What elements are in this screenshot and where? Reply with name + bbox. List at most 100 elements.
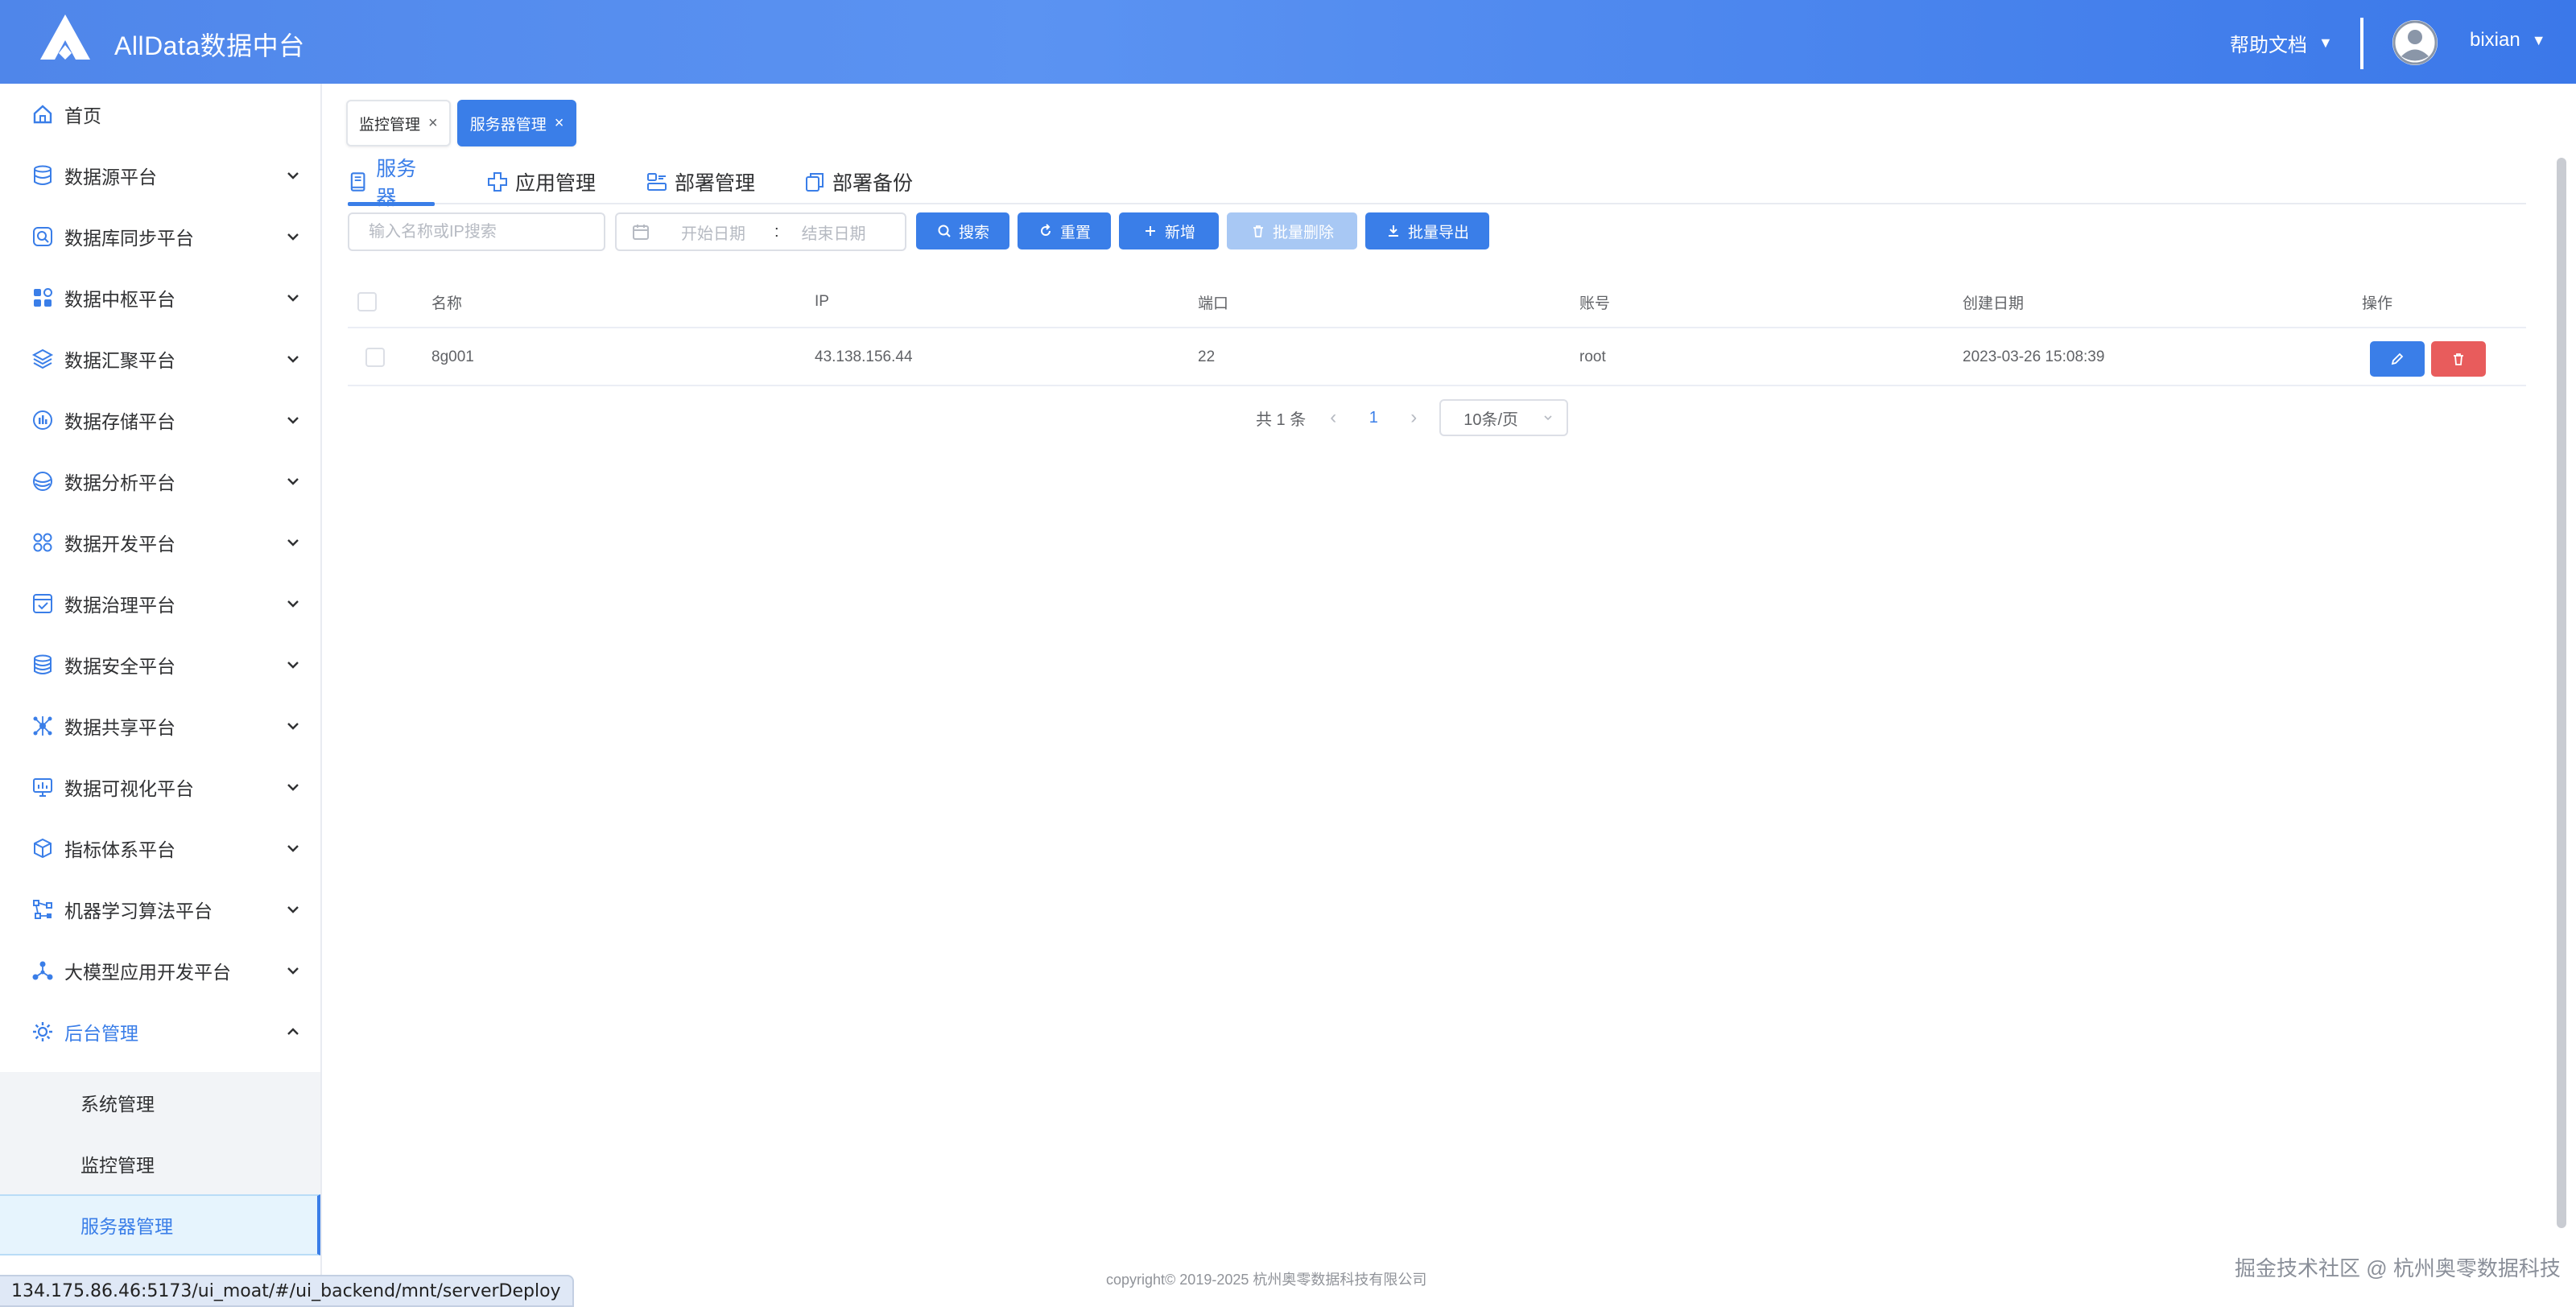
avatar[interactable] <box>2392 20 2438 65</box>
tag-server-management[interactable]: 服务器管理 × <box>456 100 577 146</box>
tab-server[interactable]: 服务器 <box>348 158 435 209</box>
subtabs: 服务器 应用管理 部署管理 部署备份 <box>348 158 2526 209</box>
caret-down-icon: ▼ <box>2318 35 2333 51</box>
row-checkbox[interactable] <box>365 348 385 367</box>
batch-delete-button[interactable]: 批量删除 <box>1227 212 1357 249</box>
user-name: bixian <box>2470 29 2520 51</box>
search-input[interactable] <box>348 212 605 251</box>
sidebar-item-data-governance[interactable]: 数据治理平台 <box>0 573 320 634</box>
column-header-created[interactable]: 创建日期 <box>1963 277 2024 327</box>
cell-port: 22 <box>1198 348 1216 365</box>
sidebar-item-ml-algorithm[interactable]: 机器学习算法平台 <box>0 879 320 940</box>
page-size-select[interactable]: 10条/页 <box>1439 399 1569 436</box>
sidebar-item-metrics-system[interactable]: 指标体系平台 <box>0 818 320 879</box>
tab-label: 服务器 <box>376 158 417 209</box>
sidebar-item-llm-app-dev[interactable]: 大模型应用开发平台 <box>0 940 320 1001</box>
tags-view-bar: 监控管理 × 服务器管理 × <box>346 100 577 146</box>
sync-icon <box>31 225 55 249</box>
add-button-label: 新增 <box>1164 224 1195 241</box>
vertical-scrollbar[interactable] <box>2557 158 2566 1228</box>
edit-button[interactable] <box>2370 341 2425 377</box>
sidebar-item-home[interactable]: 首页 <box>0 84 320 145</box>
sidebar-item-data-storage[interactable]: 数据存储平台 <box>0 390 320 451</box>
table-row[interactable]: 8g001 43.138.156.44 22 root 2023-03-26 1… <box>348 330 2526 386</box>
chevron-down-icon <box>287 478 299 485</box>
sidebar-item-backend-admin[interactable]: 后台管理 <box>0 1001 320 1062</box>
tab-app-management[interactable]: 应用管理 <box>486 159 596 204</box>
sidebar-item-data-aggregation[interactable]: 数据汇聚平台 <box>0 328 320 390</box>
prev-page-icon[interactable]: ‹ <box>1317 406 1349 429</box>
reset-button[interactable]: 重置 <box>1018 212 1111 249</box>
date-range-picker[interactable]: 开始日期 : 结束日期 <box>615 212 906 251</box>
sidebar-item-db-sync[interactable]: 数据库同步平台 <box>0 206 320 267</box>
chevron-down-icon <box>287 967 299 975</box>
sidebar-item-label: 机器学习算法平台 <box>64 901 213 921</box>
plus-icon <box>1145 226 1155 236</box>
reset-button-label: 重置 <box>1059 224 1091 241</box>
sidebar-item-label: 数据存储平台 <box>64 411 175 432</box>
command-icon <box>31 530 55 555</box>
help-docs-label: 帮助文档 <box>2230 35 2307 56</box>
sidebar-item-data-security[interactable]: 数据安全平台 <box>0 634 320 695</box>
sidebar-item-label: 数据安全平台 <box>64 656 175 677</box>
page-number[interactable]: 1 <box>1349 409 1397 427</box>
sidebar-item-data-sharing[interactable]: 数据共享平台 <box>0 695 320 757</box>
batch-export-button[interactable]: 批量导出 <box>1365 212 1489 249</box>
select-all-checkbox[interactable] <box>357 292 377 311</box>
sidebar-subitem-system-management[interactable]: 系统管理 <box>0 1072 320 1133</box>
tag-monitoring-management[interactable]: 监控管理 × <box>346 100 451 146</box>
search-button-label: 搜索 <box>958 224 989 241</box>
search-button[interactable]: 搜索 <box>916 212 1009 249</box>
sidebar-subitem-server-management[interactable]: 服务器管理 <box>0 1194 320 1255</box>
add-button[interactable]: 新增 <box>1119 212 1219 249</box>
sidebar-item-data-analysis[interactable]: 数据分析平台 <box>0 451 320 512</box>
column-header-name[interactable]: 名称 <box>431 277 462 327</box>
end-date-placeholder[interactable]: 结束日期 <box>802 221 866 244</box>
delete-button[interactable] <box>2431 341 2486 377</box>
chevron-down-icon <box>287 845 299 852</box>
batch-delete-button-label: 批量删除 <box>1272 224 1334 241</box>
sidebar-item-datasource[interactable]: 数据源平台 <box>0 145 320 206</box>
download-icon <box>1388 225 1398 237</box>
settings-icon <box>31 1020 55 1044</box>
caret-down-icon: ▼ <box>2531 31 2546 48</box>
sidebar: 首页 数据源平台 数据库同步平台 数据中枢平台 数据汇聚平台 数据存储平台 数据… <box>0 84 322 1307</box>
trash-icon <box>2454 353 2463 365</box>
footer-copyright: copyright© 2019-2025 杭州奥零数据科技有限公司 <box>1106 1272 1427 1288</box>
row-select-cell <box>365 330 385 385</box>
sidebar-item-data-development[interactable]: 数据开发平台 <box>0 512 320 573</box>
column-header-ip[interactable]: IP <box>815 277 829 327</box>
next-page-icon[interactable]: › <box>1397 406 1430 429</box>
tab-label: 部署管理 <box>675 172 756 195</box>
chevron-up-icon <box>287 1028 299 1035</box>
sidebar-item-data-visualization[interactable]: 数据可视化平台 <box>0 757 320 818</box>
status-bar-url: 134.175.86.46:5173/ui_moat/#/ui_backend/… <box>0 1275 574 1307</box>
sidebar-item-label: 数据汇聚平台 <box>64 350 175 371</box>
user-menu[interactable]: bixian ▼ <box>2470 29 2546 52</box>
sidebar-item-label: 数据源平台 <box>64 167 157 188</box>
pagination-total: 共 1 条 <box>1256 410 1307 429</box>
chevron-down-icon <box>287 356 299 363</box>
column-header-port[interactable]: 端口 <box>1198 277 1228 327</box>
sidebar-subitem-monitoring-management[interactable]: 监控管理 <box>0 1133 320 1194</box>
start-date-placeholder[interactable]: 开始日期 <box>681 221 745 244</box>
sidebar-item-label: 首页 <box>64 105 101 126</box>
sidebar-subitem-label: 系统管理 <box>80 1094 155 1115</box>
cell-name: 8g001 <box>431 348 474 365</box>
column-header-account[interactable]: 账号 <box>1579 277 1610 327</box>
close-icon[interactable]: × <box>555 114 564 133</box>
tab-deploy-backup[interactable]: 部署备份 <box>803 159 913 204</box>
cell-created: 2023-03-26 15:08:39 <box>1963 348 2105 365</box>
sidebar-item-data-hub[interactable]: 数据中枢平台 <box>0 267 320 328</box>
chevron-down-icon <box>287 662 299 669</box>
copy-icon <box>806 173 824 192</box>
batch-export-button-label: 批量导出 <box>1407 224 1469 241</box>
tab-deploy-management[interactable]: 部署管理 <box>646 159 755 204</box>
trash-icon <box>1253 225 1263 237</box>
alldata-logo-icon[interactable] <box>39 13 92 61</box>
chevron-down-icon <box>287 295 299 302</box>
help-docs-menu[interactable]: 帮助文档 ▼ <box>2230 29 2333 57</box>
close-icon[interactable]: × <box>428 114 438 133</box>
chevron-down-icon <box>287 723 299 730</box>
column-header-actions: 操作 <box>2362 295 2393 312</box>
